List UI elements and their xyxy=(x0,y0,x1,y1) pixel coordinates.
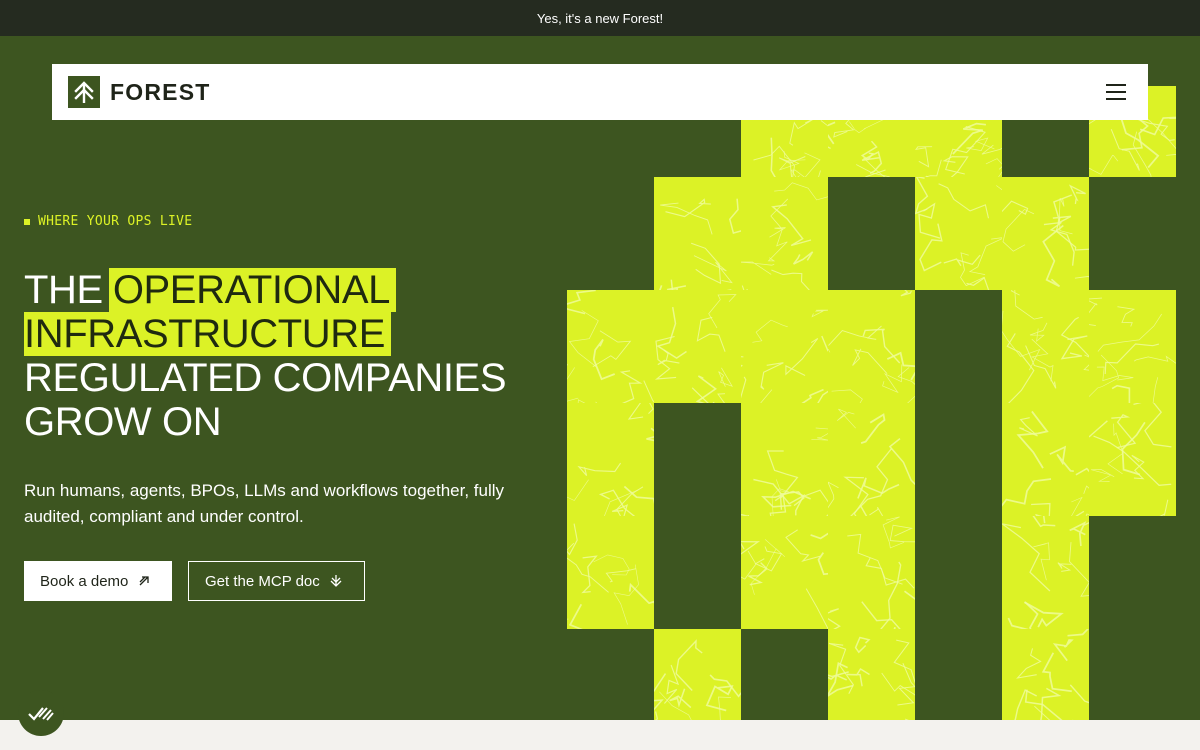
hero-buttons: Book a demo Get the MCP doc xyxy=(24,561,365,601)
pixel-block xyxy=(567,403,654,516)
pixel-block xyxy=(567,290,654,403)
pixel-block xyxy=(741,177,828,290)
eyebrow-text: WHERE YOUR OPS LIVE xyxy=(38,214,193,229)
headline-line-3: REGULATED COMPANIES xyxy=(24,356,507,400)
pixel-block xyxy=(1002,629,1089,720)
pixel-block xyxy=(567,516,654,629)
pixel-block xyxy=(915,177,1002,290)
square-bullet-icon xyxy=(24,218,30,225)
get-mcp-doc-button[interactable]: Get the MCP doc xyxy=(188,561,365,601)
arrow-up-right-icon xyxy=(139,576,150,586)
pixel-block xyxy=(654,629,741,720)
page-below-hero xyxy=(0,720,1200,750)
pixel-block xyxy=(1002,290,1089,403)
hero-headline: THE OPERATIONAL INFRASTRUCTURE REGULATED … xyxy=(24,268,564,444)
book-demo-button[interactable]: Book a demo xyxy=(24,561,172,601)
get-mcp-doc-label: Get the MCP doc xyxy=(205,572,320,590)
brand[interactable]: FOREST xyxy=(68,76,210,108)
check-marks-icon xyxy=(28,707,54,721)
announcement-bar[interactable]: Yes, it's a new Forest! xyxy=(0,0,1200,36)
pixel-block xyxy=(1089,403,1176,516)
pixel-block xyxy=(654,290,741,403)
pixel-block xyxy=(741,516,828,629)
pixel-block xyxy=(1002,177,1089,290)
announcement-text[interactable]: Yes, it's a new Forest! xyxy=(537,11,663,26)
pixel-block xyxy=(828,290,915,403)
brand-name: FOREST xyxy=(110,78,211,105)
pixel-block xyxy=(1002,516,1089,629)
pixel-block xyxy=(741,403,828,516)
pixel-block xyxy=(828,516,915,629)
cookie-consent-badge[interactable] xyxy=(18,690,64,736)
pixel-block xyxy=(1089,290,1176,403)
eyebrow: WHERE YOUR OPS LIVE xyxy=(24,214,192,229)
pixel-block xyxy=(1002,403,1089,516)
pixel-block xyxy=(828,120,915,177)
hamburger-menu-icon[interactable] xyxy=(1106,84,1126,100)
pixel-block xyxy=(828,629,915,720)
book-demo-label: Book a demo xyxy=(40,572,129,590)
pixel-block xyxy=(828,403,915,516)
headline-highlight-2: INFRASTRUCTURE xyxy=(24,312,392,356)
forest-arrow-logo-icon xyxy=(68,76,100,108)
pixel-block xyxy=(741,120,828,177)
pixel-block xyxy=(915,120,1002,177)
pixel-block xyxy=(654,177,741,290)
hero-subtext: Run humans, agents, BPOs, LLMs and workf… xyxy=(24,481,505,526)
hero-section: FOREST WHERE YOUR OPS LIVE THE OPERATIONA… xyxy=(0,36,1200,720)
arrow-down-icon xyxy=(330,575,342,587)
navbar: FOREST xyxy=(52,64,1148,120)
headline-highlight-1: OPERATIONAL xyxy=(108,268,396,312)
headline-plain-1: THE xyxy=(24,268,103,312)
headline-line-4: GROW ON xyxy=(24,400,222,444)
pixel-block xyxy=(741,290,828,403)
